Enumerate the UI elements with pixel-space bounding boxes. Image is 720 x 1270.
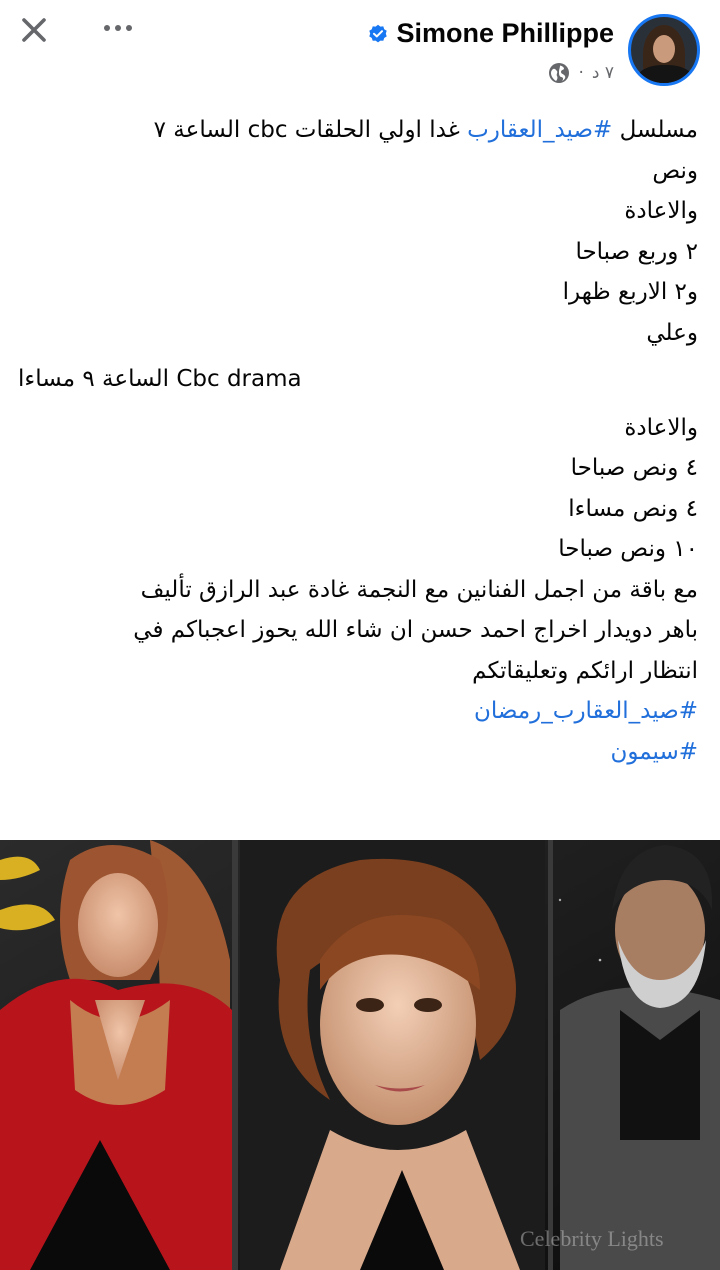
hashtag-link[interactable]: #صيد_العقارب_رمضان	[474, 698, 698, 724]
poster-illustration	[0, 840, 720, 1270]
post-line: #صيد_العقارب_رمضان	[18, 691, 698, 732]
post-line: الساعة ٩ مساءا Cbc drama	[18, 366, 302, 392]
post-line: ٤ ونص مساءا	[568, 495, 698, 522]
post-line: مسلسل #صيد_العقارب غدا اولي الحلقات cbc …	[18, 110, 698, 151]
post-line: ١٠ ونص صباحا	[558, 536, 698, 562]
globe-icon	[548, 62, 570, 84]
post-text: مسلسل #صيد_العقارب غدا اولي الحلقات cbc …	[18, 110, 698, 772]
post-line: وعلي	[646, 319, 698, 346]
separator: ·	[578, 63, 584, 83]
post-timestamp[interactable]: ٧ د	[592, 63, 614, 83]
post-line: باهر دويدار اخراج احمد حسن ان شاء الله ي…	[133, 617, 698, 643]
author-avatar[interactable]	[628, 14, 700, 86]
post-line: ونص	[652, 157, 698, 184]
hashtag-link[interactable]: #صيد_العقارب	[467, 117, 612, 143]
post-line: و٢ الاربع ظهرا	[562, 279, 698, 305]
post-image[interactable]: Celebrity Lights	[0, 840, 720, 1270]
close-icon	[22, 18, 46, 42]
verified-badge-icon	[368, 24, 388, 44]
post-line: ٤ ونص صباحا	[570, 455, 698, 481]
author-name-link[interactable]: Simone Phillippe	[396, 18, 614, 49]
close-button[interactable]	[14, 10, 54, 50]
post-line: والاعادة	[624, 414, 698, 441]
author-row: Simone Phillippe	[368, 18, 614, 49]
avatar-face	[653, 35, 675, 63]
more-dot	[115, 25, 121, 31]
hashtag-link[interactable]: #سيمون	[610, 739, 698, 765]
post-line: #سيمون	[18, 732, 698, 773]
image-watermark: Celebrity Lights	[520, 1226, 664, 1251]
more-horizontal-icon	[104, 25, 110, 31]
post-line: ٢ وربع صباحا	[575, 238, 698, 265]
post-line: والاعادة	[624, 198, 698, 224]
more-dot	[126, 25, 132, 31]
post-text-segment: غدا اولي الحلقات cbc الساعة ٧	[153, 117, 468, 143]
post-meta: · ٧ د	[548, 62, 614, 84]
more-options-button[interactable]	[92, 12, 144, 44]
post-line: مع باقة من اجمل الفنانين مع النجمة غادة …	[140, 576, 698, 603]
post-header: Simone Phillippe · ٧ د	[0, 0, 720, 100]
avatar-body	[637, 65, 693, 83]
post-line: انتظار ارائكم وتعليقاتكم	[472, 657, 698, 684]
post-text-segment: مسلسل	[612, 117, 698, 143]
